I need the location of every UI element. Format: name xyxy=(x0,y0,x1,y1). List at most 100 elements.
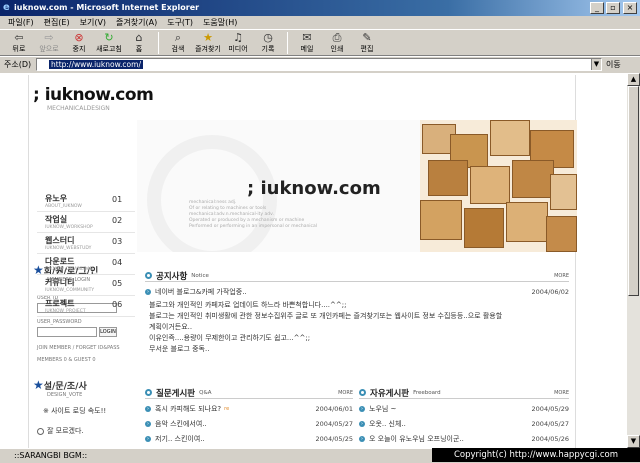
nav-item-label: 프로젝트 xyxy=(45,299,75,308)
notice-section: 공지사항 Notice MORE › 네이버 블로그&카페 가작업중.. 200… xyxy=(145,270,569,355)
maximize-button[interactable]: ▫ xyxy=(606,2,620,14)
arrow-bullet-icon: › xyxy=(359,435,365,442)
nav-item-label: 유노우 xyxy=(45,194,68,203)
stop-button[interactable]: ⊗ 중지 xyxy=(64,30,94,56)
window-title: iuknow.com - Microsoft Internet Explorer xyxy=(14,3,200,12)
survey-title: 설/문/조/사 xyxy=(43,382,87,392)
wooden-blocks-image xyxy=(420,120,577,252)
arrow-bullet-icon: › xyxy=(145,288,151,295)
media-button[interactable]: ♫ 미디어 xyxy=(223,30,253,56)
home-button[interactable]: ⌂ 홈 xyxy=(124,30,154,56)
notice-more-link[interactable]: MORE xyxy=(554,273,569,279)
list-item[interactable]: › 노우님 ~ 2004/05/29 xyxy=(359,403,569,414)
favorites-icon: ★ xyxy=(203,31,213,44)
member-stats: MEMBERS 0 & GUEST 0 xyxy=(37,357,96,363)
favorites-button[interactable]: ★ 즐겨찾기 xyxy=(193,30,223,56)
list-item[interactable]: › 오 오늘이 유노우님 오프닝이군.. 2004/05/26 xyxy=(359,433,569,444)
site-logo[interactable]: ; iuknow.com xyxy=(33,85,154,105)
window-title-bar[interactable]: iuknow.com - Microsoft Internet Explorer xyxy=(0,0,640,16)
toolbar: ⇦ 뒤로 ⇨ 앞으로 ⊗ 중지 ↻ 새로고침 ⌂ 홈 ⌕ 검색 ★ 즐겨찾기 ♫ 미디어 ◷ 기록… xyxy=(0,30,640,56)
login-button[interactable]: LOGIN xyxy=(99,327,117,337)
qna-title-en: Q&A xyxy=(199,389,212,396)
menu-help[interactable]: 도움말(H) xyxy=(203,16,237,29)
nav-item-label: 다운로드 xyxy=(45,257,75,266)
notice-title: 공지사항 xyxy=(156,271,188,282)
stop-icon: ⊗ xyxy=(74,31,84,44)
list-item[interactable]: › 저기.. 스킨이여.. 2004/05/25 xyxy=(145,433,353,444)
join-forget-links[interactable]: JOIN MEMBER / FORGET ID&PASS xyxy=(37,345,133,351)
freeboard-more-link[interactable]: MORE xyxy=(554,390,569,396)
menu-edit[interactable]: 편집(E) xyxy=(44,16,70,29)
nav-item[interactable]: 다운로드 IUKNOW_DOWNLOAD 04 xyxy=(37,254,135,275)
site-logo-subtitle: MECHANICALDESIGN xyxy=(47,105,110,112)
survey-subtitle: DESIGN_VOTE xyxy=(47,392,83,398)
menu-bar: 파일(F) 편집(E) 보기(V) 즐겨찾기(A) 도구(T) 도움말(H) xyxy=(0,16,640,30)
menu-file[interactable]: 파일(F) xyxy=(8,16,34,29)
scroll-down-button[interactable]: ▼ xyxy=(627,435,640,448)
minimize-button[interactable]: _ xyxy=(590,2,604,14)
forward-button[interactable]: ⇨ 앞으로 xyxy=(34,30,64,56)
history-icon: ◷ xyxy=(263,31,273,44)
scroll-up-button[interactable]: ▲ xyxy=(627,73,640,86)
chevron-down-icon[interactable]: ▼ xyxy=(591,59,601,70)
print-icon: ⎙ xyxy=(332,31,342,44)
print-button[interactable]: ⎙ 인쇄 xyxy=(322,30,352,56)
search-icon: ⌕ xyxy=(174,31,182,44)
menu-view[interactable]: 보기(V) xyxy=(80,16,106,29)
mail-icon: ✉ xyxy=(302,31,312,44)
nav-item-number: 06 xyxy=(112,300,123,309)
banner-text-line: Operated or produced by a mechanism or m… xyxy=(189,218,305,223)
banner-logo: ; iuknow.com xyxy=(247,178,381,199)
qna-more-link[interactable]: MORE xyxy=(338,390,353,396)
back-arrow-icon: ⇦ xyxy=(14,31,24,44)
list-item[interactable]: › 네이버 블로그&카페 가작업중.. 2004/06/02 xyxy=(145,286,569,297)
nav-item[interactable]: 작업실 IUKNOW_WORKSHOP 02 xyxy=(37,212,135,233)
survey-question: ※ 사이트 로딩 속도!! xyxy=(43,407,107,415)
nav-item-label: 커뮤니티 xyxy=(45,278,75,287)
list-item[interactable]: › 음악 스킨에서여.. 2004/05/27 xyxy=(145,418,353,429)
survey-panel: ★설/문/조/사 DESIGN_VOTE ※ 사이트 로딩 속도!! 잘 모르겠… xyxy=(33,378,133,436)
user-password-input[interactable] xyxy=(37,327,97,337)
survey-radio[interactable] xyxy=(37,427,44,435)
home-icon: ⌂ xyxy=(135,31,143,44)
address-input[interactable]: http://www.iuknow.com/ ▼ xyxy=(36,58,602,71)
circle-bullet-icon xyxy=(145,389,152,396)
ie-logo-icon: e xyxy=(3,2,10,13)
freeboard-title: 자유게시판 xyxy=(370,388,410,399)
close-button[interactable]: × xyxy=(623,2,637,14)
back-button[interactable]: ⇦ 뒤로 xyxy=(4,30,34,56)
nav-item-sub: ABOUT_IUKNOW xyxy=(45,204,82,209)
toolbar-separator xyxy=(158,32,159,54)
nav-item-number: 05 xyxy=(112,279,123,288)
edit-button[interactable]: ✎ 편집 xyxy=(352,30,382,56)
address-url[interactable]: http://www.iuknow.com/ xyxy=(49,60,143,69)
refresh-button[interactable]: ↻ 새로고침 xyxy=(94,30,124,56)
nav-item[interactable]: 유노우 ABOUT_IUKNOW 01 xyxy=(37,191,135,212)
list-item[interactable]: › 혹시 카피해도 되나요? re 2004/06/01 xyxy=(145,403,353,414)
nav-item[interactable]: 프로젝트 IUKNOW_PROJECT 06 xyxy=(37,296,135,317)
search-button[interactable]: ⌕ 검색 xyxy=(163,30,193,56)
go-button[interactable]: 이동 xyxy=(602,59,636,70)
nav-item-sub: IUKNOW_WORKSHOP xyxy=(45,225,93,230)
scrollbar-thumb[interactable] xyxy=(628,86,639,296)
nav-item-sub: IUKNOW_COMMUNITY xyxy=(45,288,95,293)
main-banner: ; iuknow.com mechanical:ness adj. Of or … xyxy=(137,120,577,252)
menu-tools[interactable]: 도구(T) xyxy=(167,16,193,29)
address-label: 주소(D) xyxy=(4,60,32,69)
banner-text-line: mechanical:ness adj. xyxy=(189,200,237,205)
list-item[interactable]: › 오옷.. 신체.. 2004/05/27 xyxy=(359,418,569,429)
nav-item-sub: IUKNOW_WEBSTUDY xyxy=(45,246,92,251)
media-icon: ♫ xyxy=(233,31,243,44)
edit-icon: ✎ xyxy=(362,31,372,44)
survey-option-label: 잘 모르겠다. xyxy=(47,427,84,435)
circle-bullet-icon xyxy=(359,389,366,396)
user-password-label: USER_PASSWORD xyxy=(37,319,82,325)
address-bar: 주소(D) http://www.iuknow.com/ ▼ 이동 xyxy=(0,56,640,72)
notice-title-en: Notice xyxy=(191,272,209,279)
mail-button[interactable]: ✉ 메일 xyxy=(292,30,322,56)
menu-favorites[interactable]: 즐겨찾기(A) xyxy=(116,16,157,29)
nav-item[interactable]: 커뮤니티 IUKNOW_COMMUNITY 05 xyxy=(37,275,135,296)
nav-item[interactable]: 웹스터디 IUKNOW_WEBSTUDY 03 xyxy=(37,233,135,254)
history-button[interactable]: ◷ 기록 xyxy=(253,30,283,56)
nav-item-sub: IUKNOW_PROJECT xyxy=(45,309,86,314)
